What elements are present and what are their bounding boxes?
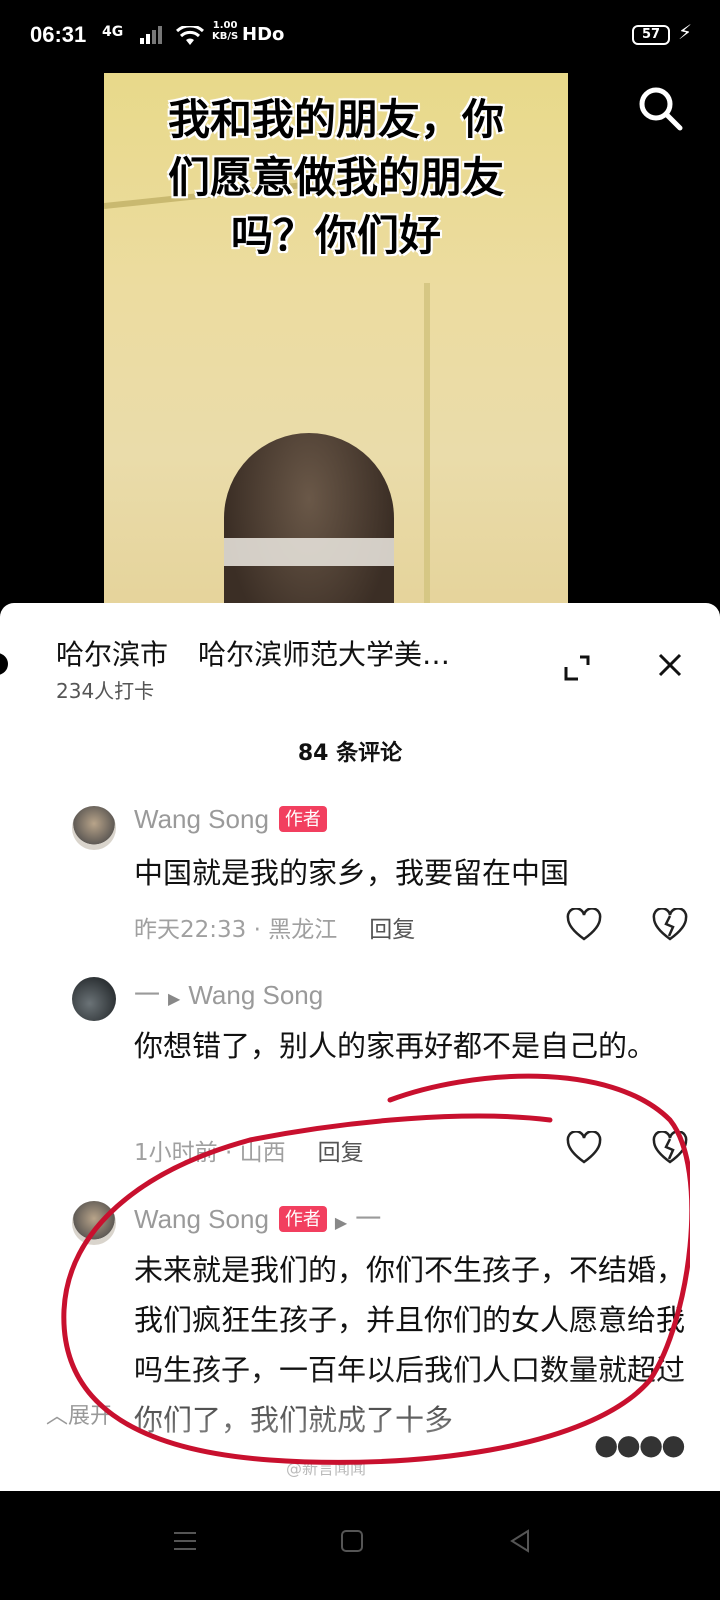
reply-arrow-icon: ▶: [168, 991, 181, 1008]
reply-to-name: 一: [355, 1204, 382, 1234]
status-bar: 06:31 4G 1.00 KB/S HDo 57 ⚡: [0, 0, 720, 72]
comment-author[interactable]: 一 ▶ Wang Song: [134, 975, 323, 1012]
video-blur-bar: [224, 538, 394, 566]
comments-count: 84 条评论: [297, 741, 403, 766]
author-name: Wang Song: [134, 1204, 269, 1234]
location-pin-icon: [0, 653, 8, 675]
comments-sheet: 哈尔滨市 哈尔滨师范大学美… 234人打卡 84 条评论 Wang Song 作者 …: [0, 603, 720, 1491]
signal-icon: [140, 26, 162, 44]
search-icon[interactable]: [636, 84, 684, 132]
comment-text: 中国就是我的家乡，我要留在中国: [134, 856, 570, 890]
comment-author[interactable]: Wang Song 作者: [134, 804, 327, 835]
network-type: 4G: [102, 24, 124, 40]
reply-to-name: Wang Song: [188, 980, 324, 1010]
video-person: [224, 433, 394, 618]
status-time: 06:31: [30, 22, 87, 47]
charging-icon: ⚡: [678, 20, 693, 44]
comment-time: 昨天22:33 · 黑龙江: [134, 917, 338, 943]
caption-line: 吗？你们好: [230, 211, 441, 260]
comment-time: 1小时前 · 山西: [134, 1140, 286, 1166]
comment-meta: 1小时前 · 山西 回复: [134, 1133, 364, 1167]
wifi-icon: [176, 26, 204, 45]
avatar[interactable]: [72, 806, 116, 850]
expand-icon[interactable]: [562, 653, 592, 683]
reply-button[interactable]: 回复: [318, 1140, 364, 1166]
expand-label: 展开: [68, 1404, 113, 1429]
author-badge: 作者: [278, 806, 327, 832]
avatar[interactable]: [72, 1201, 116, 1245]
expand-more-button[interactable]: ︿展开: [46, 1398, 112, 1430]
system-nav-bar: [0, 1491, 720, 1600]
back-icon[interactable]: [508, 1529, 532, 1553]
author-badge: 作者: [278, 1206, 327, 1232]
close-icon[interactable]: [654, 649, 686, 681]
home-icon[interactable]: [340, 1529, 364, 1553]
location-title[interactable]: 哈尔滨市 哈尔滨师范大学美…: [56, 633, 450, 673]
chevron-up-icon: ︿: [46, 1404, 69, 1429]
like-icon[interactable]: [566, 1131, 602, 1165]
checkin-count: 234人打卡: [56, 679, 155, 703]
menu-icon[interactable]: [172, 1529, 198, 1553]
speed-value: 1.00: [212, 20, 238, 31]
reply-arrow-icon: ▶: [334, 1215, 348, 1232]
comment-text: 你想错了，别人的家再好都不是自己的。: [134, 1029, 657, 1063]
more-dots-icon: ●●●●: [594, 1428, 686, 1461]
caption-line: 们愿意做我的朋友: [167, 153, 504, 202]
location-place: 哈尔滨师范大学美…: [198, 638, 451, 671]
comment-meta: 昨天22:33 · 黑龙江 回复: [134, 910, 415, 944]
author-name: 一: [134, 980, 161, 1010]
reply-button[interactable]: 回复: [369, 917, 415, 943]
comment-author[interactable]: Wang Song 作者 ▶ 一: [134, 1199, 381, 1236]
battery-icon: 57: [632, 25, 670, 45]
like-icon[interactable]: [566, 908, 602, 942]
location-city: 哈尔滨市: [56, 638, 169, 671]
watermark: @新言闻闻: [286, 1459, 367, 1478]
caption-line: 我和我的朋友，你: [167, 95, 504, 144]
video-caption: 我和我的朋友，你 们愿意做我的朋友 吗？你们好: [104, 91, 568, 265]
speed-unit: KB/S: [212, 31, 239, 42]
avatar[interactable]: [72, 977, 116, 1021]
video-player[interactable]: 我和我的朋友，你 们愿意做我的朋友 吗？你们好: [104, 73, 568, 618]
author-name: Wang Song: [134, 804, 269, 834]
dislike-icon[interactable]: [652, 908, 688, 942]
hd-indicator: HDo: [242, 24, 285, 45]
dislike-icon[interactable]: [652, 1131, 688, 1165]
network-speed: 1.00 KB/S: [212, 20, 238, 42]
